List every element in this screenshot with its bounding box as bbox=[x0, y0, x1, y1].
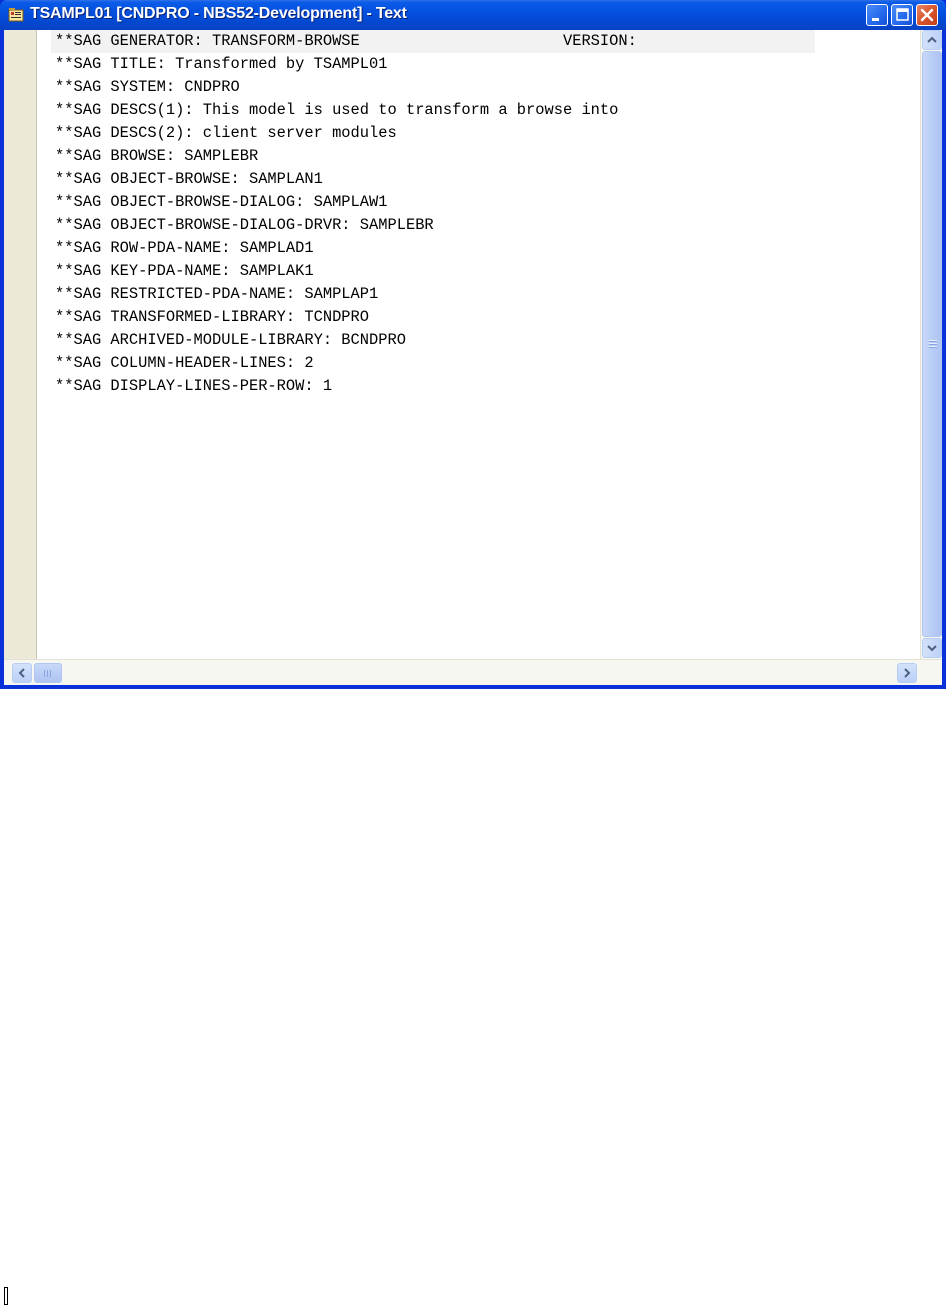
code-line[interactable]: **SAG OBJECT-BROWSE: SAMPLAN1 bbox=[55, 168, 323, 191]
code-line[interactable]: **SAG TITLE: Transformed by TSAMPL01 bbox=[55, 53, 388, 76]
maximize-button[interactable] bbox=[891, 4, 913, 26]
scroll-right-button[interactable] bbox=[897, 663, 917, 683]
chevron-right-icon bbox=[904, 668, 911, 678]
chevron-down-icon bbox=[927, 645, 937, 652]
scroll-down-button[interactable] bbox=[922, 638, 942, 658]
grip-line bbox=[929, 344, 937, 345]
code-line[interactable]: **SAG GENERATOR: TRANSFORM-BROWSE VERSIO… bbox=[51, 30, 815, 53]
client-area: **SAG GENERATOR: TRANSFORM-BROWSE VERSIO… bbox=[4, 30, 942, 1305]
window-title: TSAMPL01 [CNDPRO - NBS52-Development] - … bbox=[30, 5, 407, 22]
code-line[interactable]: **SAG DESCS(2): client server modules bbox=[55, 122, 397, 145]
code-line[interactable]: **SAG OBJECT-BROWSE-DIALOG-DRVR: SAMPLEB… bbox=[55, 214, 434, 237]
code-line[interactable]: **SAG ARCHIVED-MODULE-LIBRARY: BCNDPRO bbox=[55, 329, 406, 352]
natural-app-icon[interactable] bbox=[8, 7, 24, 23]
code-line[interactable]: **SAG RESTRICTED-PDA-NAME: SAMPLAP1 bbox=[55, 283, 378, 306]
code-line[interactable]: **SAG BROWSE: SAMPLEBR bbox=[55, 145, 258, 168]
grip-line bbox=[929, 341, 937, 342]
vertical-scroll-thumb[interactable] bbox=[922, 51, 942, 637]
code-line[interactable]: **SAG OBJECT-BROWSE-DIALOG: SAMPLAW1 bbox=[55, 191, 388, 214]
vertical-scrollbar[interactable] bbox=[920, 30, 942, 659]
text-editor[interactable]: **SAG GENERATOR: TRANSFORM-BROWSE VERSIO… bbox=[37, 30, 919, 659]
close-button[interactable] bbox=[916, 4, 938, 26]
scroll-up-button[interactable] bbox=[922, 30, 942, 50]
code-line[interactable]: **SAG KEY-PDA-NAME: SAMPLAK1 bbox=[55, 260, 314, 283]
line-gutter[interactable] bbox=[4, 30, 37, 659]
editor-window: TSAMPL01 [CNDPRO - NBS52-Development] - … bbox=[0, 0, 946, 1305]
maximize-icon bbox=[896, 8, 909, 21]
horizontal-scroll-thumb[interactable] bbox=[34, 663, 62, 683]
minimize-icon bbox=[872, 18, 879, 21]
code-line[interactable]: **SAG DESCS(1): This model is used to tr… bbox=[55, 99, 618, 122]
minimize-button[interactable] bbox=[866, 4, 888, 26]
code-line[interactable]: **SAG ROW-PDA-NAME: SAMPLAD1 bbox=[55, 237, 314, 260]
code-line[interactable]: **SAG SYSTEM: CNDPRO bbox=[55, 76, 240, 99]
close-icon bbox=[920, 8, 934, 22]
grip-line bbox=[44, 670, 45, 677]
code-line[interactable]: **SAG COLUMN-HEADER-LINES: 2 bbox=[55, 352, 314, 375]
grip-line bbox=[929, 347, 937, 348]
title-bar[interactable]: TSAMPL01 [CNDPRO - NBS52-Development] - … bbox=[0, 0, 946, 30]
bookmark-marker bbox=[4, 1287, 8, 1305]
code-line[interactable]: **SAG TRANSFORMED-LIBRARY: TCNDPRO bbox=[55, 306, 369, 329]
code-line[interactable]: **SAG DISPLAY-LINES-PER-ROW: 1 bbox=[55, 375, 332, 398]
grip-line bbox=[47, 670, 48, 677]
scroll-left-button[interactable] bbox=[12, 663, 32, 683]
horizontal-scrollbar[interactable] bbox=[4, 659, 942, 1305]
grip-line bbox=[50, 670, 51, 677]
chevron-up-icon bbox=[927, 36, 937, 43]
chevron-left-icon bbox=[18, 668, 25, 678]
